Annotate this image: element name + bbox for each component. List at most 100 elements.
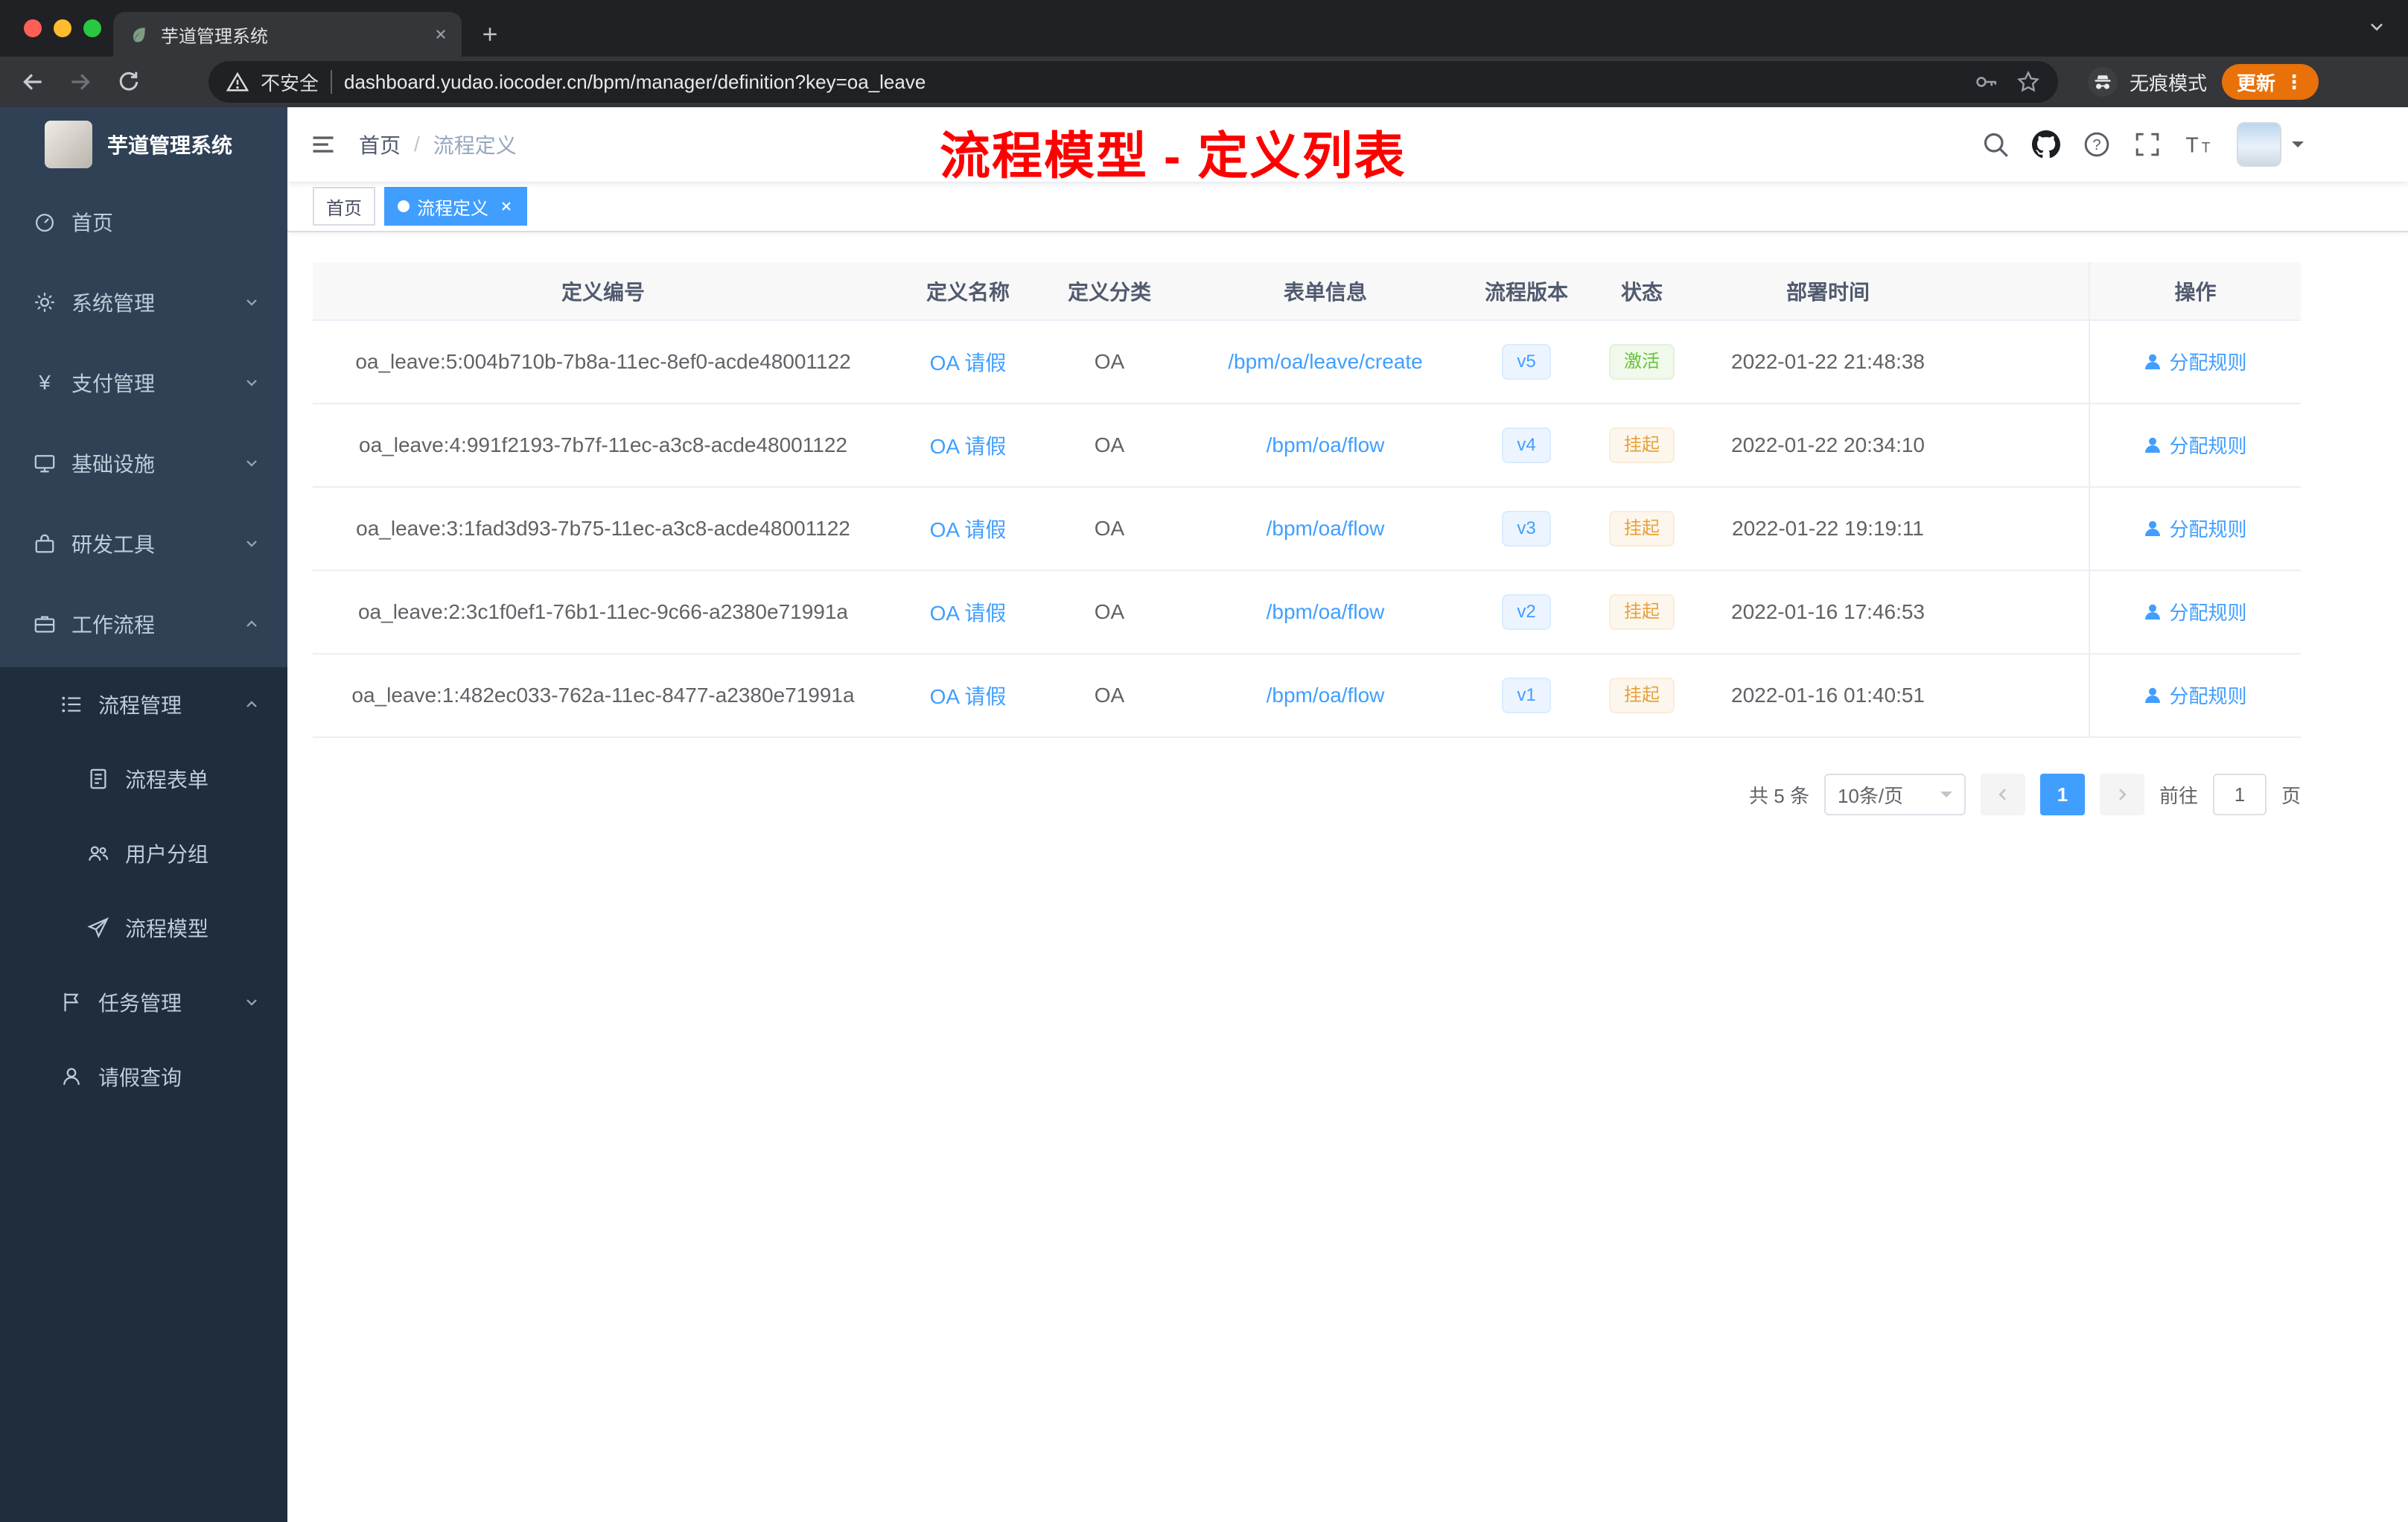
assign-rule-button[interactable]: 分配规则 bbox=[2144, 431, 2247, 459]
cell-category: OA bbox=[1042, 487, 1176, 571]
sidebar-item-label: 基础设施 bbox=[71, 453, 156, 476]
assign-rule-button[interactable]: 分配规则 bbox=[2144, 681, 2247, 709]
dashboard-icon bbox=[33, 211, 57, 233]
password-key-icon[interactable] bbox=[1975, 70, 1998, 94]
fullscreen-icon[interactable] bbox=[2130, 127, 2165, 162]
action-label: 分配规则 bbox=[2169, 685, 2247, 708]
font-size-icon[interactable]: TT bbox=[2180, 127, 2216, 162]
definition-name-link[interactable]: OA 请假 bbox=[930, 351, 1007, 375]
sidebar-item-payment[interactable]: ¥ 支付管理 bbox=[0, 343, 287, 423]
sidebar-item-label: 流程表单 bbox=[125, 768, 209, 792]
sidebar-item-devtools[interactable]: 研发工具 bbox=[0, 503, 287, 584]
tag-home[interactable]: 首页 bbox=[313, 187, 375, 226]
assign-rule-button[interactable]: 分配规则 bbox=[2144, 598, 2247, 625]
forward-icon[interactable] bbox=[60, 61, 101, 103]
tab-search-chevron-icon[interactable] bbox=[2366, 16, 2387, 37]
cell-deploy-time: 2022-01-22 20:34:10 bbox=[1705, 404, 1951, 488]
browser-menu-dots-icon[interactable]: ⋮ bbox=[2284, 71, 2304, 94]
sidebar-item-label: 研发工具 bbox=[71, 533, 156, 556]
main-navbar: 首页 / 流程定义 流程模型 - 定义列表 ? T T bbox=[287, 107, 2408, 185]
bookmark-star-icon[interactable] bbox=[2016, 70, 2040, 94]
sidebar-item-task-mgmt[interactable]: 任务管理 bbox=[0, 965, 287, 1039]
prev-page-button[interactable] bbox=[1980, 774, 2025, 815]
form-info-link[interactable]: /bpm/oa/flow bbox=[1267, 684, 1385, 707]
cell-category: OA bbox=[1042, 320, 1176, 404]
goto-prefix: 前往 bbox=[2159, 784, 2198, 807]
sidebar-item-label: 工作流程 bbox=[71, 614, 156, 637]
sidebar-item-system[interactable]: 系统管理 bbox=[0, 262, 287, 343]
paper-plane-icon bbox=[86, 917, 110, 939]
action-label: 分配规则 bbox=[2169, 602, 2247, 625]
help-icon[interactable]: ? bbox=[2079, 127, 2115, 162]
chevron-down-icon bbox=[243, 454, 261, 472]
goto-page-input[interactable] bbox=[2212, 774, 2267, 815]
next-page-button[interactable] bbox=[2099, 774, 2144, 815]
sidebar-item-leave-query[interactable]: 请假查询 bbox=[0, 1039, 287, 1114]
omnibox-divider bbox=[331, 70, 333, 94]
sidebar-item-home[interactable]: 首页 bbox=[0, 182, 287, 262]
form-info-link[interactable]: /bpm/oa/flow bbox=[1267, 433, 1385, 456]
col-process-version: 流程版本 bbox=[1474, 262, 1579, 321]
page-size-select[interactable]: 10条/页 bbox=[1823, 774, 1966, 815]
page-size-value: 10条/页 bbox=[1837, 784, 1904, 807]
version-badge: v5 bbox=[1502, 344, 1551, 380]
definition-name-link[interactable]: OA 请假 bbox=[930, 602, 1007, 625]
sidebar-item-label: 任务管理 bbox=[98, 992, 182, 1015]
sidebar-item-process-model[interactable]: 流程模型 bbox=[0, 891, 287, 965]
version-badge: v3 bbox=[1502, 511, 1551, 547]
url-text[interactable]: dashboard.yudao.iocoder.cn/bpm/manager/d… bbox=[344, 71, 1963, 94]
search-icon[interactable] bbox=[1978, 127, 2013, 162]
incognito-label: 无痕模式 bbox=[2129, 71, 2207, 95]
definition-name-link[interactable]: OA 请假 bbox=[930, 435, 1007, 458]
document-icon bbox=[86, 768, 110, 790]
address-bar: 不安全 dashboard.yudao.iocoder.cn/bpm/manag… bbox=[0, 57, 2408, 107]
form-info-link[interactable]: /bpm/oa/leave/create bbox=[1228, 350, 1423, 373]
assign-rule-button[interactable]: 分配规则 bbox=[2144, 348, 2247, 375]
user-menu[interactable] bbox=[2237, 122, 2304, 167]
incognito-badge: 无痕模式 bbox=[2087, 67, 2207, 97]
reload-icon[interactable] bbox=[107, 61, 149, 103]
chevron-down-icon bbox=[243, 374, 261, 392]
not-secure-warning-icon bbox=[226, 71, 249, 93]
tag-label: 首页 bbox=[326, 198, 362, 219]
tag-close-icon[interactable] bbox=[499, 199, 514, 214]
status-badge: 激活 bbox=[1609, 344, 1675, 380]
chrome-update-button[interactable]: 更新 ⋮ bbox=[2221, 64, 2319, 100]
tab-strip: 芋道管理系统 bbox=[0, 0, 2408, 57]
sidebar-item-process-mgmt[interactable]: 流程管理 bbox=[0, 667, 287, 742]
hamburger-icon[interactable] bbox=[287, 107, 359, 182]
table-row: oa_leave:4:991f2193-7b7f-11ec-a3c8-acde4… bbox=[313, 404, 2301, 488]
sidebar-item-infrastructure[interactable]: 基础设施 bbox=[0, 423, 287, 503]
sidebar-item-workflow[interactable]: 工作流程 bbox=[0, 584, 287, 664]
tag-process-definition[interactable]: 流程定义 bbox=[384, 187, 527, 226]
definition-name-link[interactable]: OA 请假 bbox=[930, 518, 1007, 541]
sidebar-item-user-group[interactable]: 用户分组 bbox=[0, 816, 287, 891]
form-info-link[interactable]: /bpm/oa/flow bbox=[1267, 600, 1385, 623]
form-info-link[interactable]: /bpm/oa/flow bbox=[1267, 517, 1385, 540]
page-number-button[interactable]: 1 bbox=[2039, 774, 2085, 815]
sidebar-item-process-form[interactable]: 流程表单 bbox=[0, 742, 287, 816]
zoom-window-button[interactable] bbox=[83, 19, 101, 37]
close-window-button[interactable] bbox=[24, 19, 42, 37]
version-badge: v2 bbox=[1502, 594, 1551, 630]
avatar[interactable] bbox=[2237, 122, 2281, 167]
breadcrumb-home[interactable]: 首页 bbox=[359, 130, 401, 159]
breadcrumb-current: 流程定义 bbox=[433, 134, 517, 157]
security-label[interactable]: 不安全 bbox=[261, 69, 319, 96]
close-tab-icon[interactable] bbox=[432, 25, 450, 43]
github-icon[interactable] bbox=[2028, 127, 2064, 162]
cell-definition-id: oa_leave:3:1fad3d93-7b75-11ec-a3c8-acde4… bbox=[313, 487, 894, 571]
col-definition-name: 定义名称 bbox=[894, 262, 1042, 321]
new-tab-button[interactable] bbox=[480, 12, 500, 57]
back-icon[interactable] bbox=[12, 61, 54, 103]
browser-tab[interactable]: 芋道管理系统 bbox=[113, 12, 462, 57]
status-badge: 挂起 bbox=[1609, 511, 1675, 547]
status-badge: 挂起 bbox=[1609, 678, 1675, 713]
omnibox[interactable]: 不安全 dashboard.yudao.iocoder.cn/bpm/manag… bbox=[208, 61, 2058, 103]
pagination: 共 5 条 10条/页 1 前往 页 bbox=[313, 774, 2301, 815]
minimize-window-button[interactable] bbox=[54, 19, 71, 37]
annotation-title: 流程模型 - 定义列表 bbox=[940, 128, 1407, 185]
assign-rule-button[interactable]: 分配规则 bbox=[2144, 515, 2247, 542]
yen-icon: ¥ bbox=[39, 371, 51, 394]
definition-name-link[interactable]: OA 请假 bbox=[930, 685, 1007, 708]
